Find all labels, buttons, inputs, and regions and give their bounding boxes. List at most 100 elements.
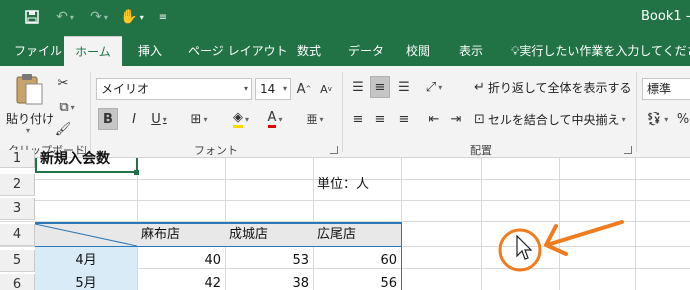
wrap-text-button[interactable]: ↵ 折り返して全体を表示する bbox=[474, 76, 632, 98]
grow-font-label: A bbox=[296, 81, 306, 97]
row-header[interactable]: 1 bbox=[0, 150, 35, 168]
align-center-button[interactable]: ≡ bbox=[370, 108, 390, 130]
font-size-value: 14 bbox=[260, 82, 276, 96]
italic-label: I bbox=[132, 111, 136, 127]
row-label-may[interactable]: 5月 bbox=[35, 273, 137, 290]
increase-indent-icon: ⇥ bbox=[450, 111, 462, 127]
decrease-indent-button[interactable]: ⇤ bbox=[424, 108, 444, 130]
orientation-button[interactable]: ⤢ ▾ bbox=[420, 76, 448, 98]
align-right-button[interactable]: ≡ bbox=[394, 108, 414, 130]
tab-home[interactable]: ホーム bbox=[64, 36, 122, 66]
table-cell[interactable]: 38 bbox=[225, 273, 313, 290]
title-bar: ↶ ▾ ↷ ▾ ✋ ▾ ≡ Book1 - bbox=[0, 0, 690, 36]
tab-view[interactable]: 表示 bbox=[457, 36, 485, 66]
table-cell[interactable]: 60 bbox=[313, 250, 401, 272]
annotation-overlay bbox=[498, 220, 624, 272]
format-painter-icon[interactable]: 🖌︎ bbox=[54, 118, 72, 140]
table-right-border bbox=[401, 222, 402, 290]
bold-button[interactable]: B bbox=[98, 108, 118, 130]
phonetic-button[interactable]: 亜 ▾ bbox=[302, 108, 328, 130]
column-header-azabu[interactable]: 麻布店 bbox=[141, 224, 180, 246]
table-cell[interactable]: 42 bbox=[137, 273, 225, 290]
font-color-icon: A bbox=[267, 110, 277, 128]
align-middle-button[interactable]: ≡ bbox=[370, 76, 390, 98]
row-header[interactable]: 3 bbox=[0, 198, 35, 220]
fill-color-icon: ◈ bbox=[232, 110, 243, 128]
currency-button[interactable]: 💱︎ ▾ bbox=[642, 108, 672, 130]
copy-icon[interactable]: ⧉ ▾ bbox=[54, 96, 80, 118]
row-header[interactable]: 4 bbox=[0, 224, 35, 246]
align-top-icon: ☰ bbox=[352, 79, 364, 95]
alignment-launcher-icon[interactable] bbox=[624, 146, 632, 154]
phonetic-icon: 亜 bbox=[306, 113, 318, 126]
percent-button[interactable]: % bbox=[676, 108, 690, 130]
table-cell[interactable]: 53 bbox=[225, 250, 313, 272]
separator bbox=[636, 72, 637, 152]
tab-insert[interactable]: 挿入 bbox=[136, 36, 164, 66]
font-name-select[interactable]: メイリオ ▾ bbox=[96, 78, 252, 100]
currency-icon: 💱︎ bbox=[645, 111, 663, 127]
chevron-down-icon: ▾ bbox=[282, 84, 287, 93]
align-bottom-button[interactable]: ☰ bbox=[394, 76, 414, 98]
row-label-april[interactable]: 4月 bbox=[35, 250, 137, 272]
row-header[interactable]: 2 bbox=[0, 174, 35, 196]
table-cell[interactable]: 56 bbox=[313, 273, 401, 290]
mouse-cursor-icon bbox=[516, 234, 533, 260]
paste-button[interactable]: 貼り付け ▾ bbox=[6, 70, 55, 135]
merge-center-label: セルを結合して中央揃え bbox=[487, 112, 620, 127]
borders-button[interactable]: ⊞ ▾ bbox=[186, 108, 212, 130]
font-group-label: フォント bbox=[194, 144, 238, 157]
worksheet-grid[interactable]: 1 2 3 4 5 6 新規入会数 単位：人 麻布店 成城店 広尾店 4月 40… bbox=[0, 150, 690, 290]
clipboard-icon bbox=[16, 74, 43, 105]
merge-center-icon: ⊡ bbox=[474, 111, 485, 127]
table-cell[interactable]: 40 bbox=[137, 250, 225, 272]
tab-data[interactable]: データ bbox=[346, 36, 386, 66]
increase-indent-button[interactable]: ⇥ bbox=[446, 108, 466, 130]
fill-color-button[interactable]: ◈ ▾ bbox=[228, 108, 254, 130]
column-header-hiroo[interactable]: 広尾店 bbox=[317, 224, 356, 246]
window-title: Book1 - bbox=[641, 9, 690, 24]
column-header-seijo[interactable]: 成城店 bbox=[229, 224, 268, 246]
selected-cell[interactable] bbox=[35, 158, 138, 173]
number-format-select[interactable]: 標準 bbox=[642, 78, 690, 100]
redo-icon[interactable]: ↷ ▾ bbox=[86, 6, 112, 28]
diagonal-border bbox=[34, 223, 138, 247]
cut-icon[interactable]: ✂︎ bbox=[54, 72, 72, 94]
tab-page-layout[interactable]: ページ レイアウト bbox=[186, 36, 290, 66]
italic-button[interactable]: I bbox=[124, 108, 144, 130]
separator bbox=[90, 72, 91, 152]
undo-icon[interactable]: ↶ ▾ bbox=[52, 6, 78, 28]
chevron-down-icon: ▾ bbox=[243, 84, 248, 93]
tab-review[interactable]: 校閲 bbox=[404, 36, 432, 66]
merge-center-button[interactable]: ⊡ セルを結合して中央揃え ▾ bbox=[474, 108, 634, 130]
row-header[interactable]: 6 bbox=[0, 274, 35, 290]
percent-icon: % bbox=[676, 111, 690, 127]
font-size-select[interactable]: 14 ▾ bbox=[255, 78, 291, 100]
font-launcher-icon[interactable] bbox=[330, 146, 338, 154]
align-bottom-icon: ☰ bbox=[398, 79, 410, 95]
align-top-button[interactable]: ☰ bbox=[348, 76, 368, 98]
increase-font-size-button[interactable]: A ^ bbox=[296, 78, 312, 100]
underline-button[interactable]: U ▾ bbox=[146, 108, 172, 130]
tell-me-text: 実行したい作業を入力してください bbox=[519, 44, 690, 58]
tab-file[interactable]: ファイル bbox=[12, 36, 64, 66]
align-center-icon: ≡ bbox=[374, 111, 386, 127]
tell-me-box[interactable]: 💡︎実行したい作業を入力してください bbox=[511, 36, 690, 66]
touch-mode-icon[interactable]: ✋ ▾ bbox=[118, 6, 146, 28]
align-left-button[interactable]: ≡ bbox=[348, 108, 368, 130]
fill-handle[interactable] bbox=[134, 170, 139, 175]
table-corner-cell[interactable] bbox=[34, 223, 138, 247]
save-icon[interactable] bbox=[22, 6, 42, 28]
align-left-icon: ≡ bbox=[352, 111, 364, 127]
shrink-font-label: A bbox=[320, 82, 328, 96]
borders-icon: ⊞ bbox=[190, 111, 202, 127]
annotation-arrow bbox=[548, 220, 624, 246]
ribbon-tabs: ファイル ホーム 挿入 ページ レイアウト 数式 データ 校閲 表示 💡︎実行し… bbox=[0, 36, 690, 66]
font-color-button[interactable]: A ▾ bbox=[262, 108, 288, 130]
unit-label[interactable]: 単位：人 bbox=[317, 174, 369, 196]
row-header[interactable]: 5 bbox=[0, 250, 35, 272]
decrease-font-size-button[interactable]: Av bbox=[318, 78, 334, 100]
paste-label: 貼り付け bbox=[6, 112, 55, 126]
tab-formulas[interactable]: 数式 bbox=[295, 36, 323, 66]
customize-quick-access-icon[interactable]: ≡ bbox=[156, 6, 170, 28]
